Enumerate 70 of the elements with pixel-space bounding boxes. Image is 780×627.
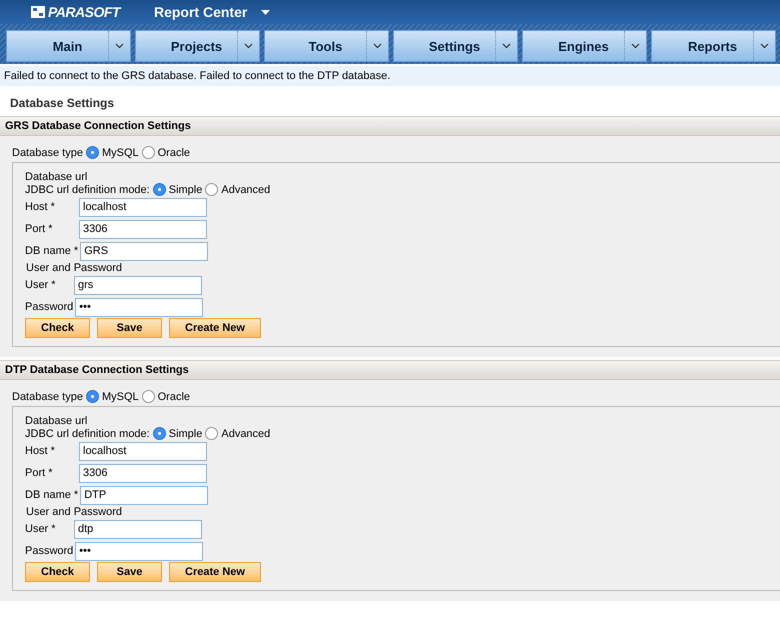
field-label: User * bbox=[25, 279, 57, 291]
logo: PARASOFT bbox=[31, 4, 120, 20]
field-label: Port * bbox=[25, 467, 54, 479]
radio-button[interactable] bbox=[142, 146, 155, 159]
field-label: DB name * bbox=[25, 245, 80, 257]
action-button[interactable]: Create New bbox=[169, 562, 261, 582]
radio-label: Oracle bbox=[158, 146, 190, 158]
radio-button[interactable] bbox=[86, 390, 99, 403]
action-button[interactable]: Save bbox=[97, 318, 162, 338]
text-field[interactable]: ••• bbox=[75, 542, 204, 560]
text-field[interactable]: ••• bbox=[75, 298, 204, 316]
logo-icon bbox=[31, 6, 45, 18]
chevron-icon[interactable] bbox=[115, 43, 124, 49]
nav-tab[interactable]: Reports bbox=[651, 30, 776, 62]
field-label: Port * bbox=[25, 223, 54, 235]
chevron-icon[interactable] bbox=[244, 43, 253, 49]
field-label: Host * bbox=[25, 201, 56, 213]
action-button[interactable]: Check bbox=[25, 562, 90, 582]
radio-label: Advanced bbox=[221, 428, 270, 440]
radio-button[interactable] bbox=[142, 390, 155, 403]
field-label: Password bbox=[25, 545, 74, 557]
radio-button[interactable] bbox=[152, 427, 166, 440]
chevron-icon[interactable] bbox=[760, 43, 769, 49]
action-button[interactable]: Check bbox=[25, 318, 90, 338]
radio-button[interactable] bbox=[205, 427, 218, 440]
text-field[interactable]: dtp bbox=[74, 520, 202, 538]
action-button[interactable]: Create New bbox=[169, 318, 261, 338]
nav-tab[interactable]: Main bbox=[6, 30, 131, 62]
field-label: Host * bbox=[25, 445, 56, 457]
group-heading: Database url bbox=[25, 171, 88, 183]
radio-button[interactable] bbox=[152, 183, 166, 196]
section-title: DTP Database Connection Settings bbox=[0, 361, 780, 380]
app-title: Report Center bbox=[154, 4, 248, 20]
group-heading: User and Password bbox=[26, 262, 123, 274]
chevron-icon[interactable] bbox=[373, 43, 382, 49]
text-field[interactable]: localhost bbox=[79, 198, 207, 216]
radio-button[interactable] bbox=[205, 183, 218, 196]
text-field[interactable]: grs bbox=[74, 276, 202, 294]
radio-label: Simple bbox=[168, 184, 202, 196]
radio-label: Advanced bbox=[221, 184, 270, 196]
nav-tab[interactable]: Engines bbox=[522, 30, 647, 62]
group-heading: User and Password bbox=[26, 506, 123, 518]
error-message: Failed to connect to the GRS database. Failed to connect to the DTP database. bbox=[4, 70, 390, 82]
caret-icon[interactable] bbox=[261, 10, 270, 14]
section-title: GRS Database Connection Settings bbox=[0, 117, 780, 136]
field-label: Password bbox=[25, 301, 74, 313]
radio-label: Oracle bbox=[158, 390, 190, 402]
field-label: DB name * bbox=[25, 489, 80, 501]
radio-button[interactable] bbox=[86, 146, 99, 159]
field-label: JDBC url definition mode: bbox=[25, 184, 150, 196]
radio-label: MySQL bbox=[102, 390, 139, 402]
nav-tab[interactable]: Settings bbox=[393, 30, 518, 62]
field-label: Database type bbox=[12, 390, 83, 402]
chevron-icon[interactable] bbox=[502, 43, 511, 49]
page-title: Database Settings bbox=[10, 96, 114, 110]
nav-tab[interactable]: Tools bbox=[264, 30, 389, 62]
text-field[interactable]: 3306 bbox=[79, 220, 207, 238]
group-heading: Database url bbox=[25, 415, 88, 427]
radio-label: MySQL bbox=[102, 146, 139, 158]
text-field[interactable]: 3306 bbox=[79, 464, 207, 482]
field-label: User * bbox=[25, 523, 57, 535]
text-field[interactable]: GRS bbox=[80, 242, 208, 260]
action-button[interactable]: Save bbox=[97, 562, 162, 582]
field-label: JDBC url definition mode: bbox=[25, 428, 150, 440]
radio-label: Simple bbox=[168, 428, 202, 440]
text-field[interactable]: localhost bbox=[79, 442, 207, 460]
chevron-icon[interactable] bbox=[631, 43, 640, 49]
text-field[interactable]: DTP bbox=[80, 486, 208, 504]
field-label: Database type bbox=[12, 146, 83, 158]
nav-tab[interactable]: Projects bbox=[135, 30, 260, 62]
